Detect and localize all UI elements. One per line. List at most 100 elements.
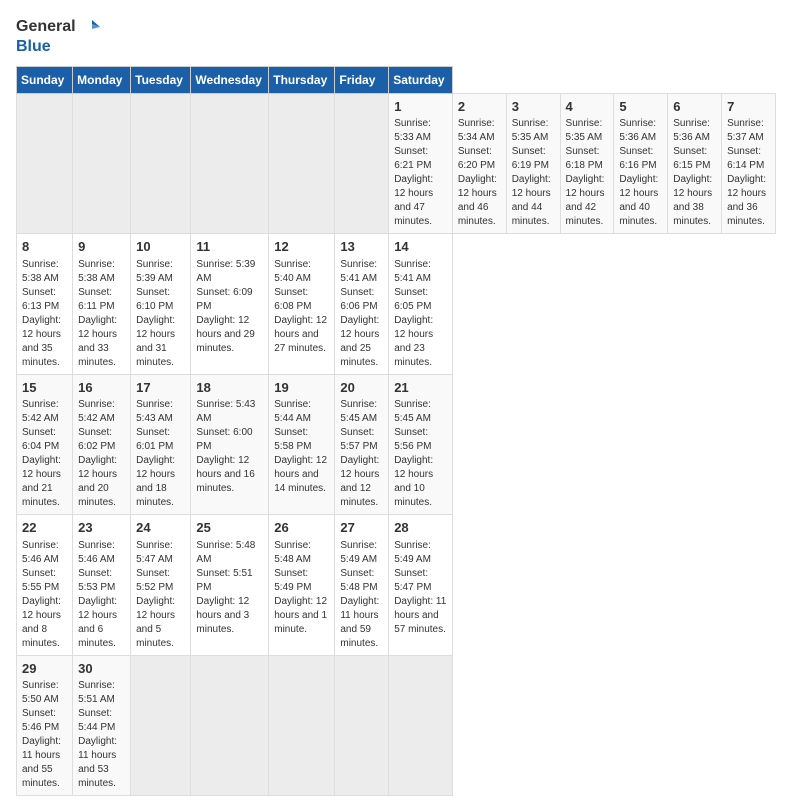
day-info: Sunrise: 5:46 AMSunset: 5:53 PMDaylight:…: [78, 539, 125, 651]
day-number: 3: [512, 98, 555, 116]
day-number: 4: [566, 98, 609, 116]
header-cell-wednesday: Wednesday: [191, 66, 269, 93]
day-info: Sunrise: 5:44 AMSunset: 5:58 PMDaylight:…: [274, 398, 329, 496]
calendar-cell: 4Sunrise: 5:35 AMSunset: 6:18 PMDaylight…: [560, 93, 614, 234]
day-info: Sunrise: 5:39 AMSunset: 6:10 PMDaylight:…: [136, 258, 185, 370]
calendar-cell: [191, 655, 269, 796]
logo-bird-icon: [78, 16, 100, 38]
calendar-cell: 9 Sunrise: 5:38 AMSunset: 6:11 PMDaylight…: [73, 234, 131, 375]
calendar-cell: 1Sunrise: 5:33 AMSunset: 6:21 PMDaylight…: [389, 93, 453, 234]
day-number: 2: [458, 98, 501, 116]
calendar-cell: 19Sunrise: 5:44 AMSunset: 5:58 PMDayligh…: [269, 374, 335, 515]
day-number: 17: [136, 379, 185, 397]
calendar-cell: 22 Sunrise: 5:46 AMSunset: 5:55 PMDayligh…: [17, 515, 73, 656]
calendar-cell: 26Sunrise: 5:48 AMSunset: 5:49 PMDayligh…: [269, 515, 335, 656]
calendar-cell: 11Sunrise: 5:39 AMSunset: 6:09 PMDayligh…: [191, 234, 269, 375]
week-row-3: 15Sunrise: 5:42 AMSunset: 6:04 PMDayligh…: [17, 374, 776, 515]
day-info: Sunrise: 5:38 AMSunset: 6:11 PMDaylight:…: [78, 258, 125, 370]
day-number: 8: [22, 238, 67, 256]
day-number: 10: [136, 238, 185, 256]
day-info: Sunrise: 5:34 AMSunset: 6:20 PMDaylight:…: [458, 117, 501, 229]
day-info: Sunrise: 5:45 AMSunset: 5:56 PMDaylight:…: [394, 398, 447, 510]
calendar-cell: 27 Sunrise: 5:49 AMSunset: 5:48 PMDayligh…: [335, 515, 389, 656]
day-info: Sunrise: 5:50 AMSunset: 5:46 PMDaylight:…: [22, 679, 67, 791]
logo: General Blue: [16, 16, 100, 56]
day-number: 30: [78, 660, 125, 678]
calendar-cell: 16Sunrise: 5:42 AMSunset: 6:02 PMDayligh…: [73, 374, 131, 515]
calendar-cell: 10 Sunrise: 5:39 AMSunset: 6:10 PMDayligh…: [131, 234, 191, 375]
calendar-cell: 7Sunrise: 5:37 AMSunset: 6:14 PMDaylight…: [722, 93, 776, 234]
header-cell-saturday: Saturday: [389, 66, 453, 93]
day-info: Sunrise: 5:33 AMSunset: 6:21 PMDaylight:…: [394, 117, 447, 229]
calendar-cell: 6Sunrise: 5:36 AMSunset: 6:15 PMDaylight…: [668, 93, 722, 234]
calendar-cell: [191, 93, 269, 234]
header-cell-friday: Friday: [335, 66, 389, 93]
day-number: 28: [394, 519, 447, 537]
day-number: 18: [196, 379, 263, 397]
day-info: Sunrise: 5:47 AMSunset: 5:52 PMDaylight:…: [136, 539, 185, 651]
calendar-cell: 5Sunrise: 5:36 AMSunset: 6:16 PMDaylight…: [614, 93, 668, 234]
day-info: Sunrise: 5:41 AMSunset: 6:06 PMDaylight:…: [340, 258, 383, 370]
calendar-cell: [131, 655, 191, 796]
day-info: Sunrise: 5:43 AMSunset: 6:00 PMDaylight:…: [196, 398, 263, 496]
calendar-cell: 18Sunrise: 5:43 AMSunset: 6:00 PMDayligh…: [191, 374, 269, 515]
day-number: 21: [394, 379, 447, 397]
day-info: Sunrise: 5:48 AMSunset: 5:49 PMDaylight:…: [274, 539, 329, 637]
day-number: 5: [619, 98, 662, 116]
day-info: Sunrise: 5:42 AMSunset: 6:04 PMDaylight:…: [22, 398, 67, 510]
day-info: Sunrise: 5:36 AMSunset: 6:16 PMDaylight:…: [619, 117, 662, 229]
calendar-table: SundayMondayTuesdayWednesdayThursdayFrid…: [16, 66, 776, 797]
day-number: 24: [136, 519, 185, 537]
day-info: Sunrise: 5:48 AMSunset: 5:51 PMDaylight:…: [196, 539, 263, 637]
calendar-cell: 21Sunrise: 5:45 AMSunset: 5:56 PMDayligh…: [389, 374, 453, 515]
day-number: 27: [340, 519, 383, 537]
calendar-cell: 12Sunrise: 5:40 AMSunset: 6:08 PMDayligh…: [269, 234, 335, 375]
day-info: Sunrise: 5:51 AMSunset: 5:44 PMDaylight:…: [78, 679, 125, 791]
logo-text: General Blue: [16, 16, 100, 56]
day-info: Sunrise: 5:35 AMSunset: 6:19 PMDaylight:…: [512, 117, 555, 229]
calendar-cell: 28 Sunrise: 5:49 AMSunset: 5:47 PMDayligh…: [389, 515, 453, 656]
header-cell-tuesday: Tuesday: [131, 66, 191, 93]
day-number: 13: [340, 238, 383, 256]
week-row-1: 1Sunrise: 5:33 AMSunset: 6:21 PMDaylight…: [17, 93, 776, 234]
calendar-cell: 14Sunrise: 5:41 AMSunset: 6:05 PMDayligh…: [389, 234, 453, 375]
header: General Blue: [16, 16, 776, 56]
calendar-cell: 13 Sunrise: 5:41 AMSunset: 6:06 PMDayligh…: [335, 234, 389, 375]
header-row: SundayMondayTuesdayWednesdayThursdayFrid…: [17, 66, 776, 93]
day-number: 23: [78, 519, 125, 537]
calendar-cell: [269, 655, 335, 796]
day-number: 25: [196, 519, 263, 537]
day-number: 11: [196, 238, 263, 256]
week-row-2: 8Sunrise: 5:38 AMSunset: 6:13 PMDaylight…: [17, 234, 776, 375]
header-cell-thursday: Thursday: [269, 66, 335, 93]
calendar-cell: [335, 93, 389, 234]
day-info: Sunrise: 5:49 AMSunset: 5:48 PMDaylight:…: [340, 539, 383, 651]
calendar-cell: 29Sunrise: 5:50 AMSunset: 5:46 PMDayligh…: [17, 655, 73, 796]
calendar-cell: 23 Sunrise: 5:46 AMSunset: 5:53 PMDayligh…: [73, 515, 131, 656]
calendar-cell: 17Sunrise: 5:43 AMSunset: 6:01 PMDayligh…: [131, 374, 191, 515]
calendar-cell: 24 Sunrise: 5:47 AMSunset: 5:52 PMDayligh…: [131, 515, 191, 656]
day-number: 7: [727, 98, 770, 116]
header-cell-sunday: Sunday: [17, 66, 73, 93]
calendar-cell: 15Sunrise: 5:42 AMSunset: 6:04 PMDayligh…: [17, 374, 73, 515]
day-info: Sunrise: 5:49 AMSunset: 5:47 PMDaylight:…: [394, 539, 447, 637]
day-number: 29: [22, 660, 67, 678]
day-number: 12: [274, 238, 329, 256]
day-info: Sunrise: 5:42 AMSunset: 6:02 PMDaylight:…: [78, 398, 125, 510]
week-row-5: 29Sunrise: 5:50 AMSunset: 5:46 PMDayligh…: [17, 655, 776, 796]
calendar-cell: [335, 655, 389, 796]
day-number: 15: [22, 379, 67, 397]
day-number: 20: [340, 379, 383, 397]
day-info: Sunrise: 5:46 AMSunset: 5:55 PMDaylight:…: [22, 539, 67, 651]
calendar-cell: [17, 93, 73, 234]
day-info: Sunrise: 5:35 AMSunset: 6:18 PMDaylight:…: [566, 117, 609, 229]
day-info: Sunrise: 5:37 AMSunset: 6:14 PMDaylight:…: [727, 117, 770, 229]
week-row-4: 22 Sunrise: 5:46 AMSunset: 5:55 PMDayligh…: [17, 515, 776, 656]
calendar-cell: [269, 93, 335, 234]
calendar-cell: 2Sunrise: 5:34 AMSunset: 6:20 PMDaylight…: [452, 93, 506, 234]
day-number: 9: [78, 238, 125, 256]
calendar-cell: 20Sunrise: 5:45 AMSunset: 5:57 PMDayligh…: [335, 374, 389, 515]
day-number: 22: [22, 519, 67, 537]
calendar-cell: 25 Sunrise: 5:48 AMSunset: 5:51 PMDayligh…: [191, 515, 269, 656]
calendar-cell: [389, 655, 453, 796]
